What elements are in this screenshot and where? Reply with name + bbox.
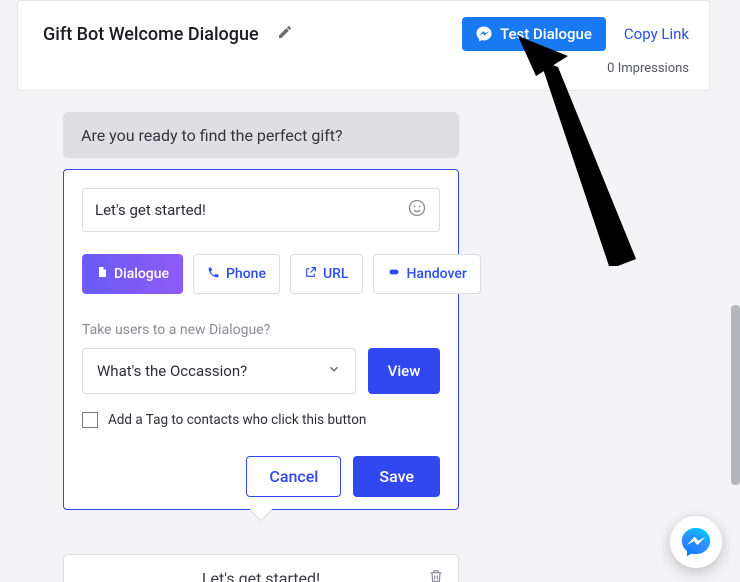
emoji-icon[interactable] <box>407 198 427 223</box>
page-scrollbar[interactable] <box>731 305 740 485</box>
next-button-label: Let's get started! <box>202 569 320 582</box>
phone-icon <box>207 266 220 283</box>
pencil-icon[interactable] <box>277 24 293 44</box>
button-editor-panel: Dialogue Phone URL Handover Take users t… <box>63 169 459 510</box>
type-phone-label: Phone <box>226 266 266 282</box>
panel-notch <box>250 498 273 521</box>
type-url-label: URL <box>323 266 349 282</box>
header-row: Gift Bot Welcome Dialogue Test Dialogue … <box>43 17 689 51</box>
dialogue-title: Gift Bot Welcome Dialogue <box>43 24 259 45</box>
trash-icon[interactable] <box>428 568 444 582</box>
question-bar[interactable]: Are you ready to find the perfect gift? <box>63 112 459 158</box>
button-type-row: Dialogue Phone URL Handover <box>82 254 440 294</box>
tag-label: Add a Tag to contacts who click this but… <box>108 412 366 428</box>
view-button[interactable]: View <box>368 348 440 394</box>
type-url-button[interactable]: URL <box>290 254 363 294</box>
document-icon <box>96 265 108 283</box>
impressions-count: 0 Impressions <box>43 61 689 76</box>
destination-row: What's the Occassion? View <box>82 348 440 394</box>
button-label-input-wrap[interactable] <box>82 188 440 232</box>
destination-select[interactable]: What's the Occassion? <box>82 348 356 394</box>
copy-link[interactable]: Copy Link <box>624 25 689 43</box>
external-link-icon <box>304 266 317 283</box>
action-row: Cancel Save <box>82 456 440 497</box>
button-label-input[interactable] <box>95 201 407 219</box>
question-text: Are you ready to find the perfect gift? <box>81 126 343 145</box>
type-dialogue-label: Dialogue <box>114 266 169 282</box>
type-phone-button[interactable]: Phone <box>193 254 280 294</box>
destination-select-value: What's the Occassion? <box>97 362 247 380</box>
messenger-icon <box>476 26 492 42</box>
chevron-down-icon <box>327 362 341 380</box>
save-button[interactable]: Save <box>353 456 440 497</box>
test-dialogue-button[interactable]: Test Dialogue <box>462 17 606 51</box>
dialogue-header-card: Gift Bot Welcome Dialogue Test Dialogue … <box>17 0 710 91</box>
type-handover-label: Handover <box>407 266 467 282</box>
tag-row: Add a Tag to contacts who click this but… <box>82 412 440 428</box>
type-dialogue-button[interactable]: Dialogue <box>82 254 183 294</box>
tag-checkbox[interactable] <box>82 412 98 428</box>
handover-icon <box>387 266 401 282</box>
type-handover-button[interactable]: Handover <box>373 254 481 294</box>
messenger-fab[interactable] <box>670 516 722 568</box>
cancel-button[interactable]: Cancel <box>246 456 341 497</box>
test-dialogue-label: Test Dialogue <box>500 25 592 43</box>
destination-hint: Take users to a new Dialogue? <box>82 322 440 338</box>
next-button-card[interactable]: Let's get started! <box>63 554 459 582</box>
